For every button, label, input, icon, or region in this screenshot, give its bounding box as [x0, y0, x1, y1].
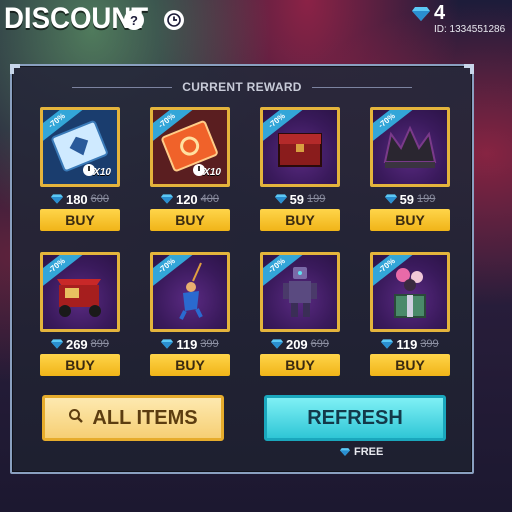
item-card: -70% 59 199 BUY — [260, 107, 340, 231]
item-card: -70% X10 180 600 BUY — [40, 107, 120, 231]
diamond-icon — [50, 194, 63, 204]
buy-button[interactable]: BUY — [370, 354, 450, 376]
current-price: 180 — [65, 191, 88, 207]
refresh-cost-label: FREE — [354, 446, 384, 458]
help-icon[interactable]: ? — [124, 10, 144, 30]
item-image-frame[interactable]: -70% — [370, 107, 450, 187]
player-id: ID: 1334551286 — [434, 24, 506, 35]
price-row: 119 399 — [370, 336, 450, 352]
current-price: 120 — [175, 191, 198, 207]
diamond-count: 4 — [434, 2, 446, 24]
price-row: 269 899 — [40, 336, 120, 352]
diamond-icon — [50, 339, 63, 349]
search-icon — [68, 407, 84, 430]
item-image-frame[interactable]: -70% — [370, 252, 450, 332]
price-row: 59 199 — [260, 191, 340, 207]
current-price: 59 — [399, 191, 415, 207]
current-price: 269 — [65, 336, 88, 352]
original-price: 199 — [417, 193, 436, 205]
current-price: 119 — [176, 336, 198, 352]
all-items-button[interactable]: ALL ITEMS — [42, 395, 224, 441]
price-row: 180 600 — [40, 191, 120, 207]
diamond-icon — [270, 339, 283, 349]
diamond-icon — [381, 339, 394, 349]
current-price: 209 — [285, 336, 308, 352]
item-multiplier: X10 — [93, 167, 111, 178]
item-card: -70% 59 199 BUY — [370, 107, 450, 231]
original-price: 399 — [420, 338, 439, 350]
buy-button[interactable]: BUY — [40, 209, 120, 231]
price-row: 59 199 — [370, 191, 450, 207]
item-image-frame[interactable]: -70% — [40, 252, 120, 332]
item-card: -70% 119 399 BUY — [150, 252, 230, 376]
item-image-frame[interactable]: -70% — [150, 252, 230, 332]
buy-button[interactable]: BUY — [260, 354, 340, 376]
item-card: -70% X10 120 400 BUY — [150, 107, 230, 231]
price-row: 209 699 — [260, 336, 340, 352]
original-price: 199 — [307, 193, 326, 205]
item-image-frame[interactable]: -70% — [260, 252, 340, 332]
buy-button[interactable]: BUY — [260, 209, 340, 231]
refresh-button[interactable]: REFRESH — [264, 395, 446, 441]
current-price: 119 — [396, 336, 418, 352]
panel-corner — [10, 64, 20, 74]
item-multiplier: X10 — [203, 167, 221, 178]
panel-corner — [464, 64, 474, 74]
diamond-icon — [161, 339, 174, 349]
current-price: 59 — [289, 191, 305, 207]
original-price: 600 — [90, 193, 110, 205]
section-title: CURRENT REWARD — [12, 80, 472, 94]
price-row: 120 400 — [150, 191, 230, 207]
item-image-frame[interactable]: -70% X10 — [40, 107, 120, 187]
diamond-icon — [160, 194, 173, 204]
original-price: 399 — [200, 338, 219, 350]
buy-button[interactable]: BUY — [40, 354, 120, 376]
item-card: -70% 209 699 BUY — [260, 252, 340, 376]
clock-icon[interactable] — [164, 10, 184, 30]
original-price: 699 — [310, 338, 330, 350]
diamond-icon — [412, 6, 430, 21]
original-price: 400 — [200, 193, 220, 205]
item-image-frame[interactable]: -70% — [260, 107, 340, 187]
buy-button[interactable]: BUY — [370, 209, 450, 231]
item-card: -70% 119 399 BUY — [370, 252, 450, 376]
all-items-label: ALL ITEMS — [92, 406, 198, 429]
diamond-icon — [384, 194, 397, 204]
buy-button[interactable]: BUY — [150, 209, 230, 231]
price-row: 119 399 — [150, 336, 230, 352]
diamond-balance: 4 — [412, 2, 445, 25]
item-card: -70% 269 899 BUY — [40, 252, 120, 376]
original-price: 899 — [90, 338, 110, 350]
diamond-icon — [340, 448, 350, 456]
refresh-label: REFRESH — [307, 406, 403, 429]
refresh-cost: FREE — [340, 446, 383, 458]
diamond-icon — [274, 194, 287, 204]
buy-button[interactable]: BUY — [150, 354, 230, 376]
item-image-frame[interactable]: -70% X10 — [150, 107, 230, 187]
